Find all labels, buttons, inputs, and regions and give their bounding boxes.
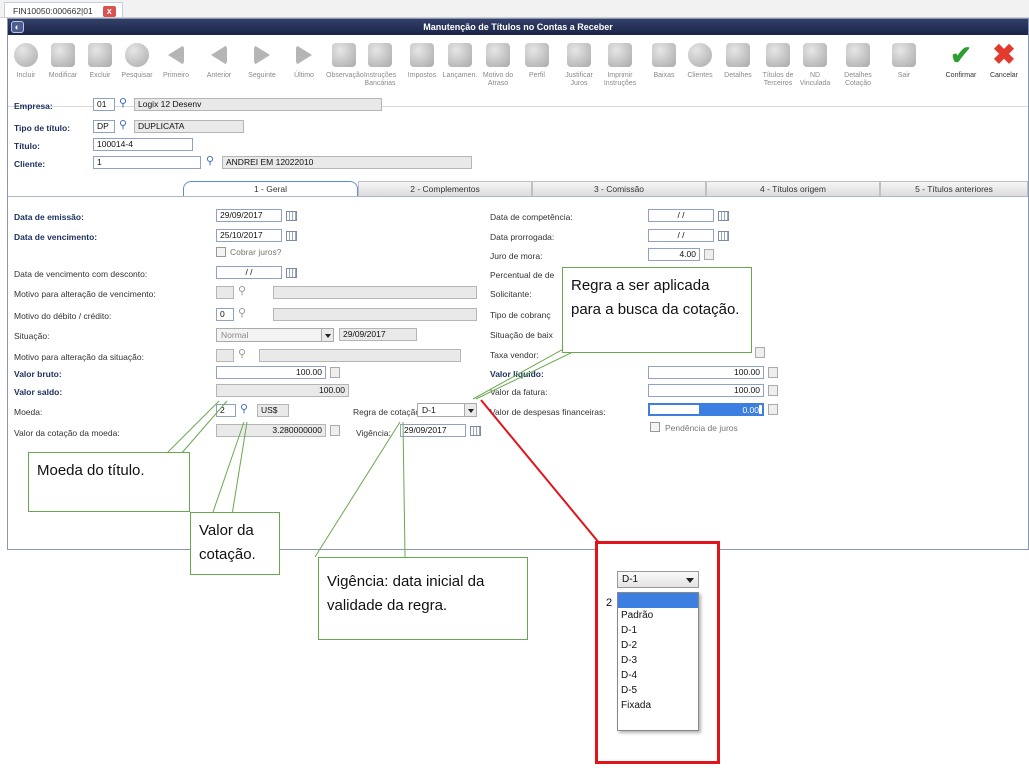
dropdown-options-list: Padrão D-1 D-2 D-3 D-4 D-5 Fixada [617, 592, 699, 731]
callout-lines [164, 299, 681, 558]
dropdown-option-d4[interactable]: D-4 [618, 668, 698, 683]
callout-line-vigencia-2 [402, 421, 406, 558]
callout-line-vigencia [314, 421, 401, 558]
dropdown-selected-value: D-1 [622, 574, 639, 585]
callout-vigencia: Vigência: data inicial da validade da re… [318, 557, 528, 640]
underlying-field-char: 2 [606, 597, 613, 609]
dropdown-option-d1[interactable]: D-1 [618, 623, 698, 638]
dropdown-option-fixada[interactable]: Fixada [618, 698, 698, 713]
regra-cotacao-dropdown[interactable]: D-1 [617, 571, 699, 588]
dropdown-highlight-box: D-1 2 Padrão D-1 D-2 D-3 D-4 D-5 Fixada [595, 541, 720, 764]
callout-moeda: Moeda do título. [28, 452, 190, 512]
dropdown-option-padrao[interactable]: Padrão [618, 608, 698, 623]
red-pointer-line [480, 399, 601, 545]
dropdown-option-d2[interactable]: D-2 [618, 638, 698, 653]
dropdown-option-d3[interactable]: D-3 [618, 653, 698, 668]
chevron-down-icon [686, 578, 694, 583]
callout-line-moeda-2 [179, 400, 228, 456]
dropdown-option-blank[interactable] [618, 593, 698, 608]
callout-line-moeda [164, 400, 220, 456]
callout-valor: Valor da cotação. [190, 512, 280, 575]
callout-regra: Regra a ser aplicada para a busca da cot… [562, 267, 752, 353]
dropdown-option-d5[interactable]: D-5 [618, 683, 698, 698]
